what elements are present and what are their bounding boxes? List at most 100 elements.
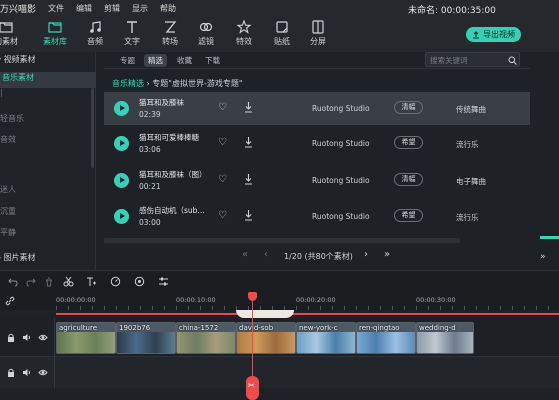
sidebar-item-light-music[interactable]: 轻音乐 xyxy=(0,113,96,129)
delete-icon[interactable] xyxy=(44,277,54,287)
download-icon[interactable] xyxy=(244,101,253,113)
prev-page-icon[interactable]: ‹ xyxy=(264,249,268,260)
breadcrumb-root[interactable]: 音乐精选 xyxy=(112,79,144,88)
menu-clip[interactable]: 剪辑 xyxy=(104,3,120,14)
mood-tag[interactable]: 希望 xyxy=(394,136,423,149)
video-clip[interactable]: 1902b76 xyxy=(116,322,176,354)
video-clip[interactable]: david-sob xyxy=(236,322,296,354)
menu-edit[interactable]: 编辑 xyxy=(76,3,92,14)
sidebar-item-label: 音效 xyxy=(0,135,16,144)
tab-featured[interactable]: 精选 xyxy=(144,54,167,67)
heart-icon[interactable]: ♡ xyxy=(218,210,227,221)
category-image-media[interactable]: ▸ 图片素材 xyxy=(0,252,96,268)
clip-thumbnails xyxy=(297,332,355,353)
heart-icon[interactable]: ♡ xyxy=(218,174,227,185)
search-input[interactable]: 搜索关键词 xyxy=(425,52,520,67)
video-clip[interactable]: new-york-c xyxy=(296,322,356,354)
text-tool-icon[interactable] xyxy=(86,276,97,287)
fast-forward-icon[interactable]: » xyxy=(540,252,559,264)
tool-sticker[interactable]: 贴纸 xyxy=(262,17,302,52)
next-page-icon[interactable]: › xyxy=(364,249,368,260)
mood-tag[interactable]: 希望 xyxy=(394,209,423,222)
heart-icon[interactable]: ♡ xyxy=(218,137,227,148)
last-page-icon[interactable]: » xyxy=(384,249,390,260)
play-icon[interactable] xyxy=(114,101,129,116)
split-screen-icon xyxy=(312,20,324,34)
tool-filter[interactable]: 滤镜 xyxy=(186,17,226,52)
export-video-button[interactable]: 导出视频 xyxy=(466,27,521,42)
sidebar-item-music[interactable]: 音乐素材 xyxy=(0,72,96,88)
play-icon[interactable] xyxy=(114,136,129,151)
music-icon xyxy=(90,21,101,33)
video-clip[interactable]: agriculture xyxy=(56,322,116,354)
menu-help[interactable]: 帮助 xyxy=(160,3,176,14)
tool-transition[interactable]: 转场 xyxy=(150,17,190,52)
undo-icon[interactable] xyxy=(8,277,18,287)
download-icon[interactable] xyxy=(244,209,253,221)
list-item[interactable]: 猫耳和及膝袜 02:39 ♡ Ruotong Studio 清幅 传统舞曲 xyxy=(104,92,530,125)
tool-library[interactable]: 素材库 xyxy=(35,17,75,52)
filter-icon xyxy=(199,22,213,32)
redo-icon[interactable] xyxy=(26,277,36,287)
adjust-icon[interactable] xyxy=(158,276,169,287)
menu-view[interactable]: 显示 xyxy=(132,3,148,14)
sidebar-item-calm[interactable]: 平静 xyxy=(0,227,96,243)
divider xyxy=(104,68,530,69)
search-icon[interactable] xyxy=(508,56,517,65)
sidebar-item-label: 轻音乐 xyxy=(0,114,24,123)
volume-icon[interactable] xyxy=(22,368,31,377)
library-icon xyxy=(48,22,62,33)
tool-effects[interactable]: 特效 xyxy=(224,17,264,52)
tool-audio[interactable]: 音频 xyxy=(75,17,115,52)
clip-label: china-1572 xyxy=(179,324,219,332)
color-icon[interactable] xyxy=(134,276,145,287)
sidebar-item-label: 音乐素材 xyxy=(2,73,34,82)
lock-icon[interactable] xyxy=(7,333,15,342)
speed-icon[interactable] xyxy=(110,276,121,287)
first-page-icon[interactable]: « xyxy=(242,249,248,260)
timeline-ruler[interactable]: 00:00:00:00 00:00:10:00 00:00:20:00 00:0… xyxy=(0,292,559,310)
playhead-scissor-handle[interactable]: ✂ xyxy=(246,376,259,400)
list-item[interactable]: 猫耳和可爱棒棒糖 03:06 ♡ Ruotong Studio 希望 流行乐 xyxy=(104,127,530,160)
tab-downloads[interactable]: 下载 xyxy=(205,55,220,66)
play-icon[interactable] xyxy=(114,173,129,188)
tab-favorites[interactable]: 收藏 xyxy=(177,55,192,66)
tool-split-screen[interactable]: 分屏 xyxy=(298,17,338,52)
link-icon[interactable] xyxy=(5,296,15,306)
sidebar-item-heavy[interactable]: 沉重 xyxy=(0,206,96,222)
scissors-icon: ✂ xyxy=(248,381,255,390)
track-duration: 03:06 xyxy=(139,145,161,154)
category-video-media[interactable]: ▾ 视频素材 xyxy=(0,54,96,70)
tool-my-media[interactable]: 的素材 xyxy=(0,17,26,52)
mood-tag[interactable]: 清幅 xyxy=(394,173,423,186)
heart-icon[interactable]: ♡ xyxy=(218,102,227,113)
play-icon[interactable] xyxy=(114,209,129,224)
lock-icon[interactable] xyxy=(7,368,15,377)
sidebar-scrollbar[interactable] xyxy=(91,88,94,168)
sidebar-item-sound-effects[interactable]: 音效 xyxy=(0,134,96,150)
scissors-icon[interactable] xyxy=(63,276,74,287)
download-icon[interactable] xyxy=(244,173,253,185)
eye-icon[interactable] xyxy=(38,368,48,377)
clip-label: ren-qingtao xyxy=(359,324,400,332)
video-clip[interactable]: ren-qingtao xyxy=(356,322,416,354)
tool-text[interactable]: 文字 xyxy=(112,17,152,52)
horizontal-scrollbar[interactable] xyxy=(104,238,460,243)
menu-file[interactable]: 文件 xyxy=(48,3,64,14)
track-artist: Ruotong Studio xyxy=(312,176,370,185)
text-icon xyxy=(127,21,137,33)
tool-label: 贴纸 xyxy=(274,37,290,46)
video-clip[interactable]: china-1572 xyxy=(176,322,236,354)
volume-icon[interactable] xyxy=(22,333,31,342)
clip-label: 1902b76 xyxy=(119,324,151,332)
video-clip[interactable]: wedding-d xyxy=(416,322,474,354)
download-icon[interactable] xyxy=(244,136,253,148)
eye-icon[interactable] xyxy=(38,333,48,342)
clip-thumbnails xyxy=(417,332,473,353)
tab-topics[interactable]: 专题 xyxy=(120,55,135,66)
list-item[interactable]: 感伤自动机（sub… 03:00 ♡ Ruotong Studio 希望 流行乐 xyxy=(104,200,530,233)
mood-tag[interactable]: 清幅 xyxy=(394,101,423,114)
sidebar-item-charming[interactable]: 迷人 xyxy=(0,184,96,200)
list-item[interactable]: 猫耳和及膝袜（图） 00:21 ♡ Ruotong Studio 清幅 电子舞曲 xyxy=(104,164,530,197)
playhead-handle[interactable] xyxy=(248,292,257,301)
